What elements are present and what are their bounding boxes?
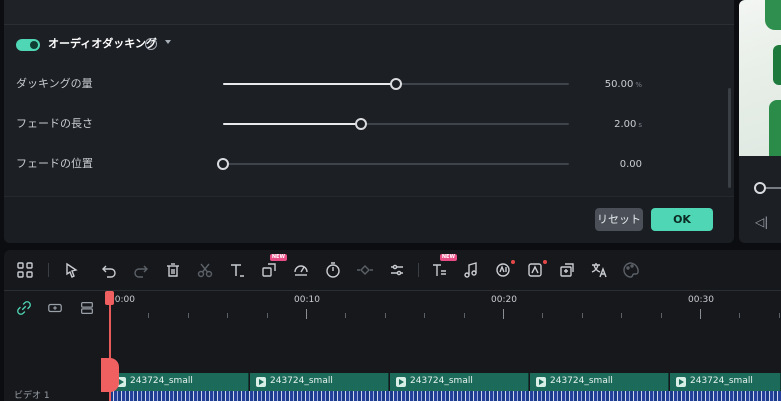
panel-top-strip — [4, 0, 734, 24]
new-badge: NEW — [439, 254, 457, 261]
notification-dot — [543, 260, 547, 264]
video-clip[interactable]: 243724_small — [670, 373, 781, 391]
video-clip[interactable]: 243724_small — [390, 373, 529, 391]
delete-icon[interactable] — [163, 260, 183, 280]
fade-position-value: 0.00 — [619, 159, 642, 170]
clip-name: 243724_small — [550, 376, 613, 386]
layout-grid-icon[interactable] — [15, 260, 35, 280]
ruler-minor-tick — [542, 313, 544, 318]
preview-panel — [739, 0, 781, 243]
ruler-minor-tick — [660, 313, 662, 318]
ducking-amount-slider[interactable] — [223, 78, 569, 90]
preview-foliage — [765, 0, 781, 30]
crop-icon[interactable]: NEW — [259, 254, 287, 280]
clip-name: 243724_small — [130, 376, 193, 386]
audio-ducking-panel: オーディオダッキング ? ダッキングの量 50.00% フェードの長さ 2.00… — [4, 0, 734, 243]
redo-icon[interactable] — [131, 260, 151, 280]
question-circle-icon[interactable]: ? — [145, 38, 157, 50]
slider-fill — [223, 83, 396, 85]
ruler-minor-tick — [227, 313, 229, 318]
undo-icon[interactable] — [99, 260, 119, 280]
link-icon[interactable] — [15, 300, 33, 318]
fade-position-label: フェードの位置 — [16, 157, 93, 170]
ruler-minor-tick — [463, 313, 465, 318]
clip-name: 243724_small — [690, 376, 753, 386]
reset-button[interactable]: リセット — [595, 208, 643, 231]
notification-dot — [511, 260, 515, 264]
speed-icon[interactable] — [291, 260, 311, 280]
ruler-time-label: 00:10 — [294, 295, 320, 305]
clip-name: 243724_small — [270, 376, 333, 386]
video-clip-icon — [676, 377, 686, 387]
video-clip[interactable]: 243724_small — [250, 373, 389, 391]
panel-divider — [4, 24, 734, 25]
ruler-minor-tick — [739, 313, 741, 318]
ducking-amount-label: ダッキングの量 — [16, 77, 93, 90]
panel-scrollbar[interactable] — [728, 88, 731, 188]
timeline-ruler[interactable] — [108, 291, 781, 331]
previous-frame-icon[interactable]: ◁| — [755, 215, 768, 229]
ruler-minor-tick — [581, 313, 583, 318]
ruler-minor-tick — [345, 313, 347, 318]
ruler-major-tick — [306, 309, 307, 319]
clip-thumbnail-strip — [110, 391, 781, 401]
track-label: ビデオ 1 — [14, 391, 50, 401]
keyframe-icon[interactable] — [355, 260, 375, 280]
ruler-minor-tick — [424, 313, 426, 318]
fade-length-slider[interactable] — [223, 118, 569, 130]
playhead-handle[interactable] — [105, 291, 114, 305]
cut-icon[interactable] — [195, 260, 215, 280]
ruler-minor-tick — [778, 313, 780, 318]
ruler-minor-tick — [187, 313, 189, 318]
ruler-time-label: 00:20 — [491, 295, 517, 305]
fade-position-slider[interactable] — [217, 158, 569, 170]
playhead-knob[interactable] — [101, 358, 119, 392]
ai-text-icon[interactable]: NEW — [429, 254, 457, 280]
ruler-minor-tick — [384, 313, 386, 318]
ruler-minor-tick — [266, 313, 268, 318]
video-clip-icon — [256, 377, 266, 387]
audio-ducking-toggle[interactable] — [16, 39, 40, 51]
clip-name: 243724_small — [410, 376, 473, 386]
video-clip-icon — [536, 377, 546, 387]
preview-scrub-handle[interactable] — [754, 182, 766, 194]
ruler-minor-tick — [148, 313, 150, 318]
track-settings-icon[interactable] — [78, 300, 96, 318]
adjust-icon[interactable] — [387, 260, 407, 280]
preview-foliage — [769, 100, 781, 156]
section-title: オーディオダッキング — [48, 37, 157, 50]
toolbar-separator — [48, 263, 49, 277]
text-icon[interactable] — [227, 260, 247, 280]
ai-mask-icon[interactable] — [525, 260, 547, 280]
slider-thumb[interactable] — [390, 78, 402, 90]
palette-icon[interactable] — [621, 260, 641, 280]
slider-thumb[interactable] — [355, 118, 368, 130]
fade-length-value: 2.00 s — [614, 119, 642, 130]
ruler-time-label: 00:30 — [688, 295, 714, 305]
new-badge: NEW — [269, 254, 287, 261]
video-clip[interactable]: 243724_small — [530, 373, 669, 391]
ruler-major-tick — [700, 309, 701, 319]
timer-icon[interactable] — [323, 260, 343, 280]
timeline-panel: NEW NEW 00:00 00:10 00:20 00:30 ビデオ 1 24… — [4, 250, 781, 401]
video-clip[interactable]: 243724_small — [110, 373, 249, 391]
toolbar-separator — [418, 263, 419, 277]
ai-portrait-icon[interactable] — [493, 260, 515, 280]
ducking-amount-value: 50.00% — [604, 79, 642, 90]
slider-fill — [223, 123, 362, 125]
ruler-minor-tick — [621, 313, 623, 318]
ruler-major-tick — [503, 309, 504, 319]
fade-length-label: フェードの長さ — [16, 117, 93, 130]
replace-icon[interactable] — [557, 260, 577, 280]
slider-thumb[interactable] — [217, 158, 229, 170]
preview-foliage — [773, 45, 781, 85]
preview-image — [739, 0, 781, 156]
select-arrow-icon[interactable] — [62, 260, 82, 280]
video-clip-icon — [396, 377, 406, 387]
linked-clip-icon[interactable] — [46, 300, 64, 318]
ok-button[interactable]: OK — [651, 208, 713, 231]
music-icon[interactable] — [461, 260, 481, 280]
caret-down-icon[interactable] — [165, 40, 171, 44]
translate-icon[interactable] — [589, 260, 609, 280]
